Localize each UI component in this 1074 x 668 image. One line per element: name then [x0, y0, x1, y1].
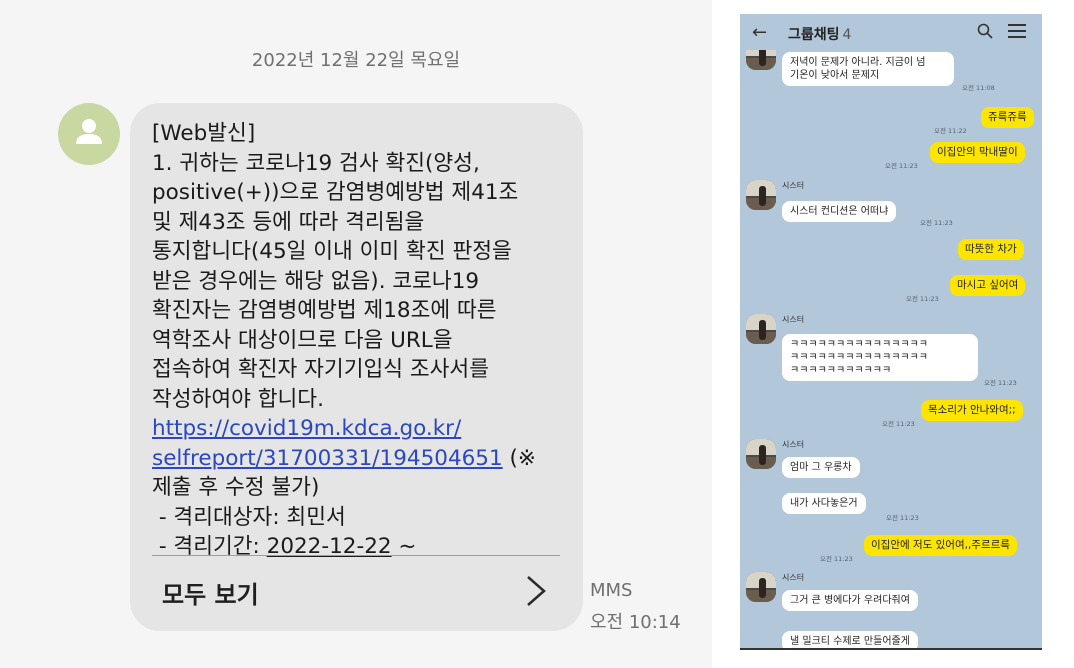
message-time: 오전 11:23 [984, 379, 1017, 387]
message-time: 오전 11:23 [886, 514, 919, 522]
chat-header: ← 그룹채팅 4 [740, 14, 1042, 50]
message-time: 오전 11:23 [885, 162, 918, 170]
message-time: 오전 11:23 [882, 420, 915, 428]
sms-screen: 2022년 12월 22일 목요일 [Web발신] 1. 귀하는 코로나19 검… [0, 0, 712, 668]
message-bubble[interactable]: 내가 사다놓은거 [782, 493, 866, 514]
message-time: 오전 11:22 [934, 127, 967, 135]
message-bubble[interactable]: 쥬륵쥬륵 [981, 107, 1034, 128]
report-link-line-2[interactable]: selfreport/31700331/194504651 [152, 446, 503, 471]
message-bubble[interactable]: 낼 밀크티 수제로 만들어줄게 [782, 631, 918, 648]
message-bubble[interactable]: 시스터 컨디션은 어떠냐 [782, 201, 897, 222]
chat-title: 그룹채팅 4 [788, 27, 852, 43]
message-bubble[interactable]: ㅋㅋㅋㅋㅋㅋㅋㅋㅋㅋㅋㅋㅋㅋㅋ ㅋㅋㅋㅋㅋㅋㅋㅋㅋㅋㅋㅋㅋㅋㅋ ㅋㅋㅋㅋㅋㅋㅋㅋ… [782, 334, 978, 381]
avatar[interactable] [746, 180, 776, 210]
message-bubble[interactable]: 이집안의 막내딸이 [930, 142, 1025, 163]
message-time: 오전 10:14 [590, 612, 681, 633]
message-time: 오전 11:08 [962, 84, 995, 92]
web-tag: [Web발신] [152, 121, 256, 146]
message-bubble[interactable]: 엄마 그 우롱차 [782, 457, 860, 478]
sender-name: 시스터 [782, 181, 805, 190]
sender-name: 시스터 [782, 573, 805, 582]
avatar[interactable] [746, 314, 776, 344]
message-bubble[interactable]: 마시고 싶어여 [950, 275, 1026, 296]
hamburger-menu-icon[interactable] [1008, 24, 1026, 38]
date-header: 2022년 12월 22일 목요일 [251, 50, 461, 71]
divider [152, 555, 560, 556]
member-count: 4 [842, 27, 852, 43]
avatar[interactable] [746, 572, 776, 602]
message-text: [Web발신] 1. 귀하는 코로나19 검사 확진(양성, positive(… [152, 119, 572, 562]
person-icon[interactable] [58, 103, 120, 165]
message-bubble[interactable]: 그거 큰 병에다가 우려다줘여 [782, 590, 918, 611]
message-type: MMS [590, 580, 633, 601]
message-time: 오전 11:23 [820, 555, 853, 563]
avatar[interactable] [746, 439, 776, 469]
message-bubble[interactable]: 따뜻한 차가 [958, 239, 1024, 260]
back-arrow-icon[interactable]: ← [752, 22, 767, 43]
search-icon[interactable] [976, 22, 994, 40]
report-link-line-1[interactable]: https://covid19m.kdca.go.kr/ [152, 416, 461, 441]
message-bubble[interactable]: 이집안에 저도 있어여,,주르르륵 [864, 535, 1017, 556]
message-bubble[interactable]: [Web발신] 1. 귀하는 코로나19 검사 확진(양성, positive(… [130, 103, 583, 631]
message-bubble[interactable]: 목소리가 안나와여;; [921, 400, 1023, 421]
sender-name: 시스터 [782, 440, 805, 449]
message-body: 1. 귀하는 코로나19 검사 확진(양성, positive(+))으로 감염… [152, 150, 519, 412]
group-chat-screen: ← 그룹채팅 4 저녁이 문제가 아니라. 지금이 넘 기온이 낮아서 문제지 오… [740, 14, 1042, 650]
message-time: 오전 11:23 [906, 295, 939, 303]
message-bubble[interactable]: 저녁이 문제가 아니라. 지금이 넘 기온이 낮아서 문제지 [782, 52, 954, 86]
sender-name: 시스터 [782, 315, 805, 324]
note-start: (※ [502, 445, 536, 471]
view-all-button[interactable]: 모두 보기 [162, 575, 259, 610]
message-time: 오전 11:23 [920, 219, 953, 227]
chevron-right-icon[interactable] [522, 573, 550, 609]
